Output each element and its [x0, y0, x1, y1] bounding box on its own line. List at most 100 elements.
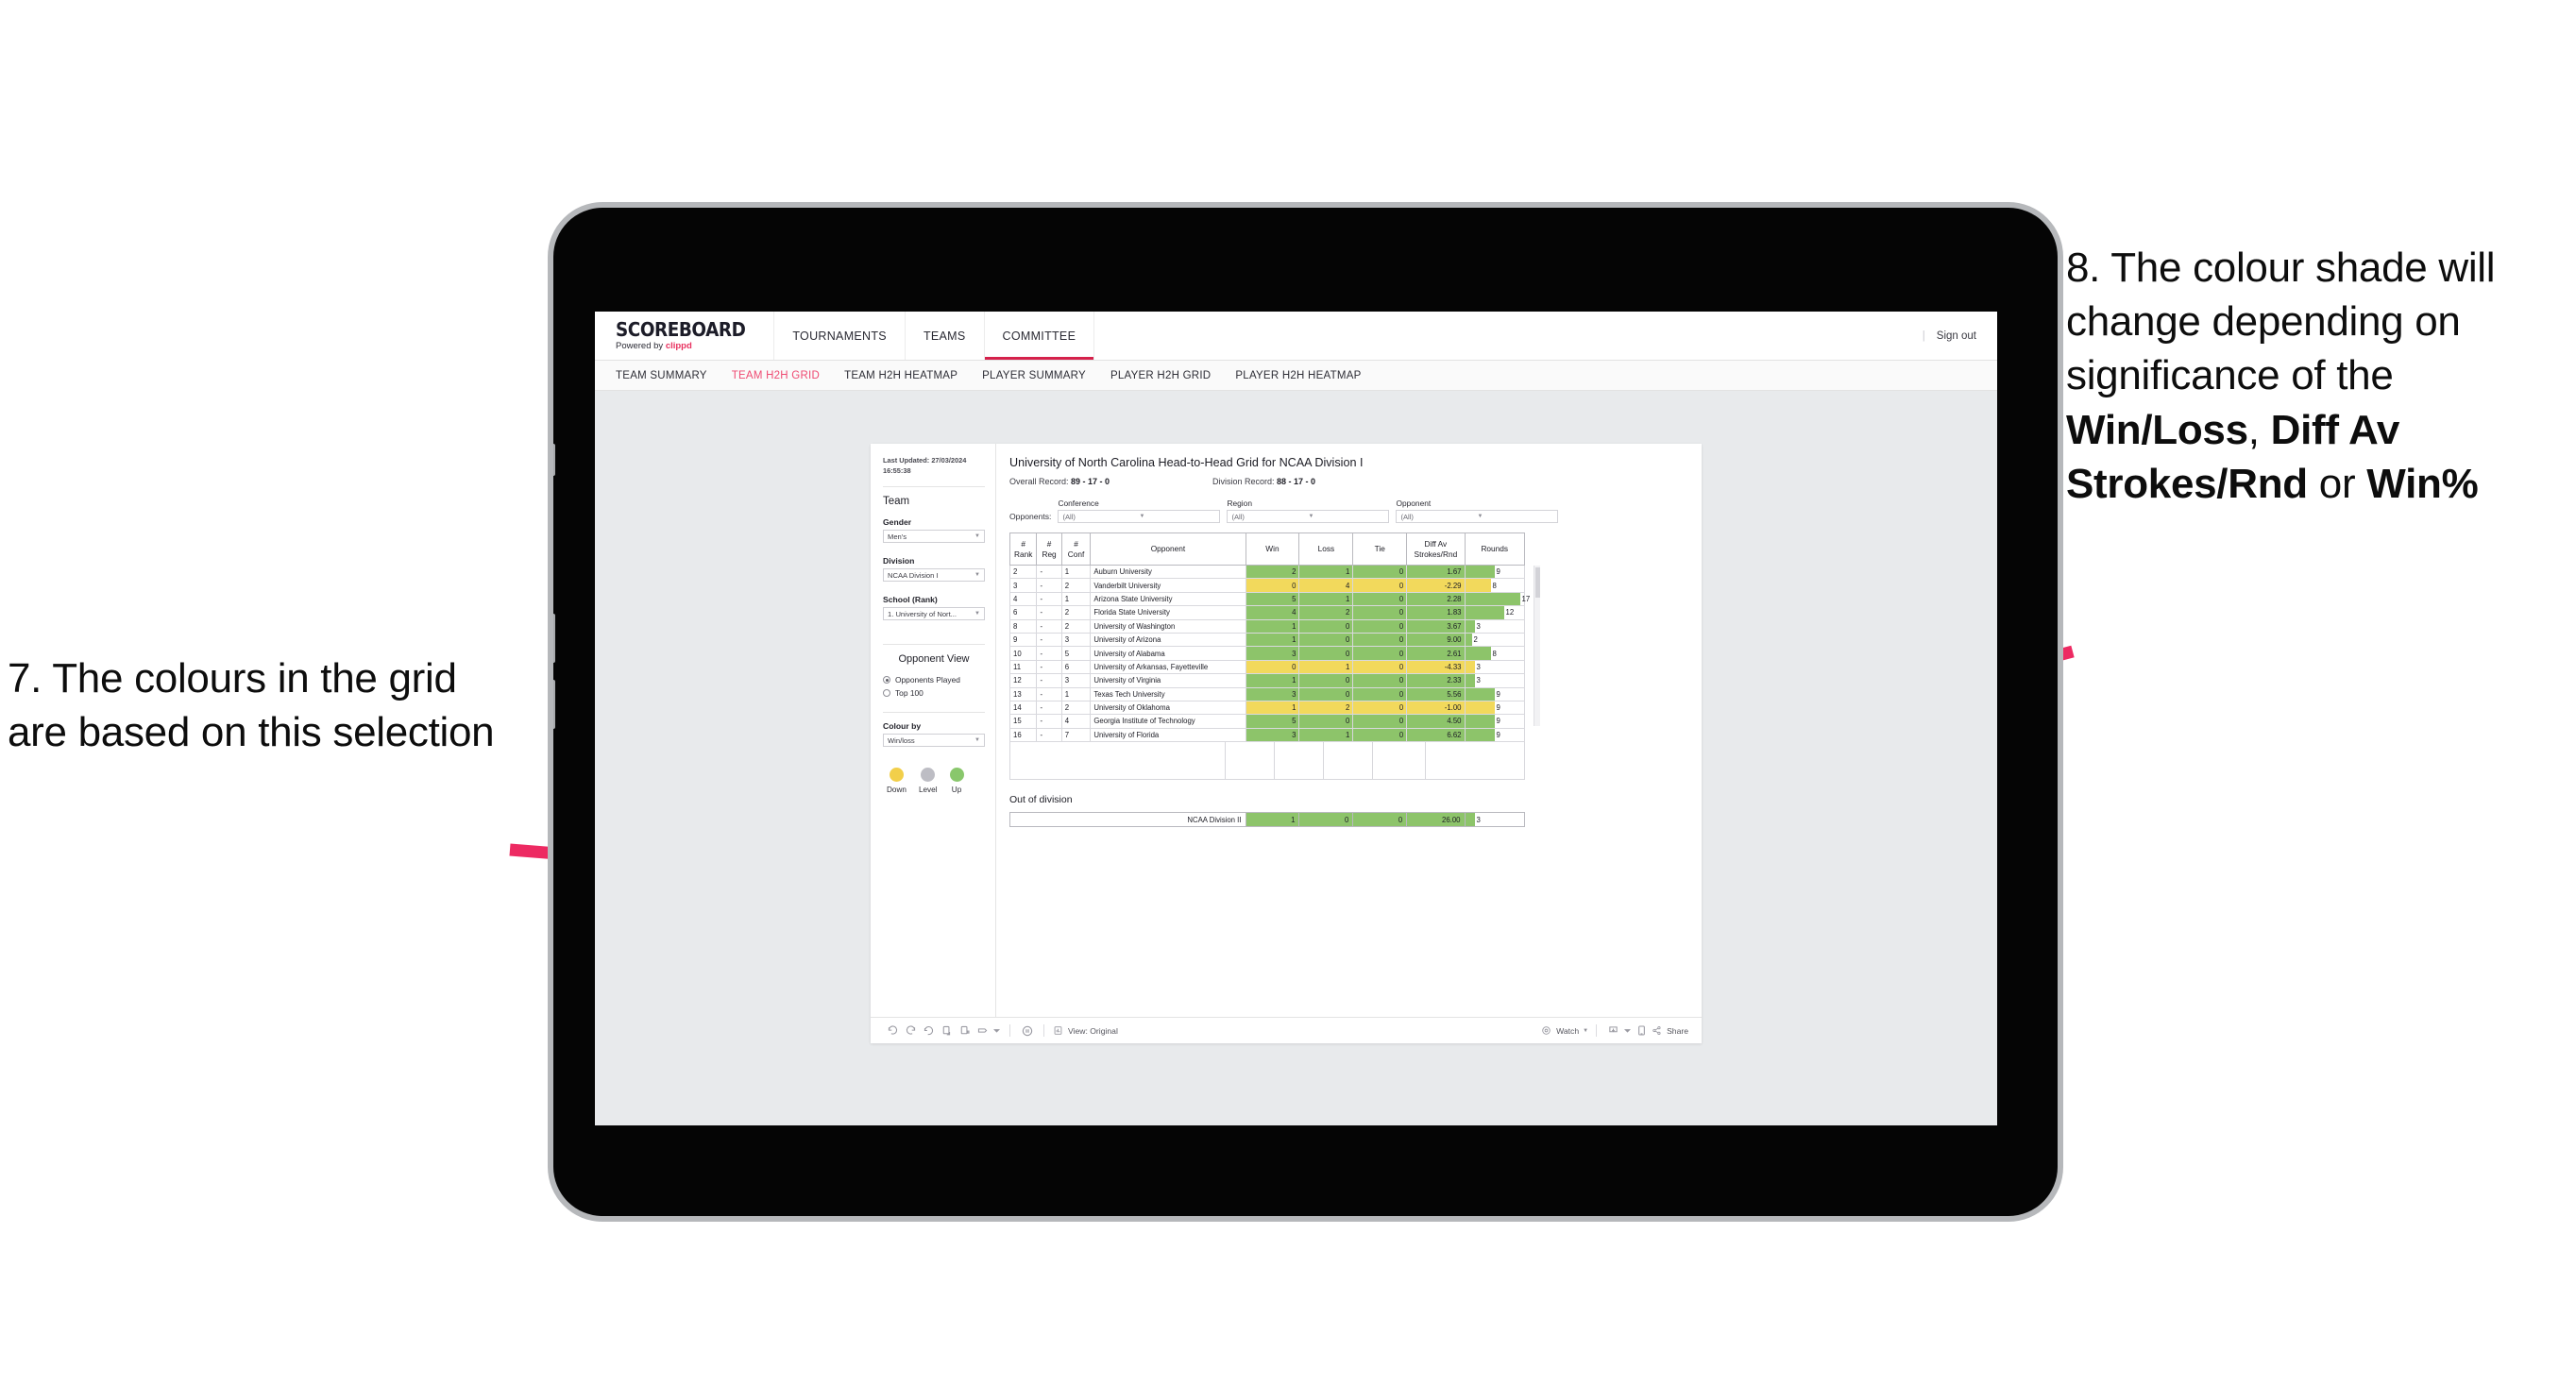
table-row[interactable]: 6-2 Florida State University 4 2 0 1.83 12 — [1008, 605, 1525, 620]
brand-name: SCOREBOARD — [616, 318, 746, 342]
table-row[interactable]: 4-1 Arizona State University 5 1 0 2.28 17 — [1008, 592, 1530, 607]
division-record-label: Division Record: — [1212, 477, 1278, 486]
table-row[interactable]: 12-3 University of Virginia 1 0 0 2.33 3 — [1008, 673, 1525, 688]
out-of-division-body: NCAA Division II 1 0 0 26.00 3 — [1009, 812, 1526, 828]
cell-opponent: University of Washington — [1090, 619, 1246, 634]
table-row[interactable]: 11-6 University of Arkansas, Fayetteville… — [1008, 660, 1525, 675]
chevron-down-icon: ▼ — [974, 611, 980, 617]
view-original-button[interactable]: View: Original — [1052, 1024, 1118, 1037]
header-line: Diff Av — [1424, 539, 1448, 549]
subnav-player-summary[interactable]: PLAYER SUMMARY — [982, 370, 1086, 381]
pause-refresh-icon[interactable] — [956, 1022, 974, 1040]
table-scrollbar-thumb[interactable] — [1535, 567, 1540, 598]
rounds-value: 9 — [1496, 703, 1500, 713]
school-select[interactable]: 1. University of Nort... ▼ — [883, 607, 985, 621]
cell-win: 1 — [1245, 701, 1300, 716]
cell-win: 3 — [1245, 728, 1300, 743]
table-row[interactable]: 16-7 University of Florida 3 1 0 6.62 9 — [1008, 728, 1525, 743]
legend-label-down: Down — [887, 786, 907, 795]
download-icon[interactable] — [1604, 1022, 1622, 1040]
rounds-value: 3 — [1476, 621, 1481, 631]
subnav-team-summary[interactable]: TEAM SUMMARY — [616, 370, 707, 381]
table-row[interactable]: 9-3 University of Arizona 1 0 0 9.00 2 — [1008, 633, 1525, 648]
highlight-icon[interactable] — [974, 1022, 991, 1040]
annotation-7-text: 7. The colours in the grid are based on … — [8, 655, 495, 756]
cell-diff: 9.00 — [1406, 633, 1466, 648]
filter-opponent-select[interactable]: (All) ▼ — [1396, 510, 1559, 523]
cell-rank: 14 — [1008, 701, 1038, 716]
undo-icon[interactable] — [884, 1022, 902, 1040]
top-nav-teams[interactable]: TEAMS — [906, 312, 985, 360]
filter-conference-select[interactable]: (All) ▼ — [1058, 510, 1221, 523]
cell-conf: 7 — [1060, 728, 1092, 743]
revert-icon[interactable] — [920, 1022, 938, 1040]
overall-record-label: Overall Record: — [1009, 477, 1072, 486]
cell-reg: - — [1036, 701, 1062, 716]
chevron-down-icon[interactable] — [991, 1022, 1002, 1040]
division-select[interactable]: NCAA Division I ▼ — [883, 568, 985, 583]
tablet-button-volume-up — [553, 614, 555, 663]
chevron-down-icon: ▼ — [1477, 514, 1483, 519]
table-row[interactable]: 13-1 Texas Tech University 3 0 0 5.56 9 — [1008, 687, 1525, 701]
radio-top-100[interactable]: Top 100 — [883, 688, 985, 698]
watch-button[interactable]: Watch ▼ — [1540, 1024, 1588, 1037]
subnav-team-h2h-grid[interactable]: TEAM H2H GRID — [732, 370, 820, 381]
cell-rounds: 9 — [1464, 714, 1525, 729]
cell-tie: 0 — [1352, 633, 1408, 648]
filter-region-select[interactable]: (All) ▼ — [1227, 510, 1390, 523]
subnav-team-h2h-heatmap[interactable]: TEAM H2H HEATMAP — [844, 370, 958, 381]
chevron-down-icon: ▼ — [974, 737, 980, 744]
school-value: 1. University of Nort... — [888, 609, 958, 618]
out-of-division-row[interactable]: NCAA Division II 1 0 0 26.00 3 — [1009, 812, 1526, 828]
radio-opponents-played[interactable]: Opponents Played — [883, 675, 985, 685]
top-nav-tournaments[interactable]: TOURNAMENTS — [774, 312, 906, 360]
cell-win: 0 — [1245, 660, 1300, 675]
gender-select[interactable]: Men's ▼ — [883, 530, 985, 544]
rounds-value: 3 — [1476, 676, 1481, 685]
cell-tie: 0 — [1352, 714, 1408, 729]
device-layout-icon[interactable] — [1633, 1022, 1651, 1040]
table-row[interactable]: 15-4 Georgia Institute of Technology 5 0 0 4.… — [1008, 714, 1525, 729]
cell-rank: 6 — [1008, 605, 1038, 620]
table-row[interactable]: 2-1 Auburn University 2 1 0 1.67 9 — [1008, 565, 1525, 580]
cell-diff: 2.61 — [1406, 646, 1466, 661]
legend-label-level: Level — [918, 786, 938, 795]
cell-rank: 13 — [1008, 687, 1038, 701]
filter-conference-value: (All) — [1062, 512, 1076, 521]
header-line: Win — [1265, 544, 1280, 554]
colour-by-label: Colour by — [883, 721, 922, 732]
filter-opponent-label: Opponent — [1396, 499, 1432, 508]
table-row[interactable]: 10-5 University of Alabama 3 0 0 2.61 8 — [1008, 646, 1525, 661]
rounds-value: 3 — [1476, 815, 1481, 824]
top-nav-committee[interactable]: COMMITTEE — [984, 312, 1095, 360]
refresh-icon[interactable] — [938, 1022, 956, 1040]
subnav-player-h2h-grid[interactable]: PLAYER H2H GRID — [1110, 370, 1211, 381]
cell-win: 0 — [1245, 578, 1300, 593]
share-button[interactable]: Share — [1651, 1024, 1688, 1037]
cell-tie: 0 — [1352, 578, 1408, 593]
redo-icon[interactable] — [902, 1022, 920, 1040]
cell-diff: 6.62 — [1406, 728, 1466, 743]
table-row[interactable]: 8-2 University of Washington 1 0 0 3.67 3 — [1008, 619, 1525, 634]
table-row[interactable]: 14-2 University of Oklahoma 1 2 0 -1.00 9 — [1008, 701, 1525, 716]
chevron-down-icon[interactable] — [1622, 1022, 1633, 1040]
subnav-player-h2h-heatmap[interactable]: PLAYER H2H HEATMAP — [1235, 370, 1361, 381]
cell-reg: - — [1036, 646, 1062, 661]
cell-rounds: 9 — [1464, 565, 1525, 580]
workbook-body: Last Updated: 27/03/2024 16:55:38 Team G… — [871, 444, 1702, 1017]
table-scrollbar[interactable] — [1534, 566, 1540, 726]
annotation-8-prefix: 8. The colour shade will change dependin… — [2066, 245, 2496, 399]
table-row[interactable]: 3-2 Vanderbilt University 0 4 0 -2.29 8 — [1008, 578, 1525, 593]
pause-auto-updates-icon[interactable] — [1018, 1022, 1036, 1040]
rounds-value: 2 — [1473, 635, 1478, 645]
cell-reg: - — [1036, 714, 1062, 729]
rounds-bar — [1465, 660, 1475, 674]
sign-out-link[interactable]: Sign out — [1937, 330, 1976, 342]
top-nav-items: TOURNAMENTS TEAMS COMMITTEE — [774, 312, 1095, 360]
division-record: Division Record: 88 - 17 - 0 — [1212, 477, 1315, 486]
cell-loss: 1 — [1298, 660, 1354, 675]
annotation-8-mid1: , — [2247, 406, 2271, 453]
legend-label-up: Up — [951, 786, 962, 795]
cell-loss: 0 — [1298, 714, 1354, 729]
colour-by-select[interactable]: Win/loss ▼ — [883, 734, 985, 748]
